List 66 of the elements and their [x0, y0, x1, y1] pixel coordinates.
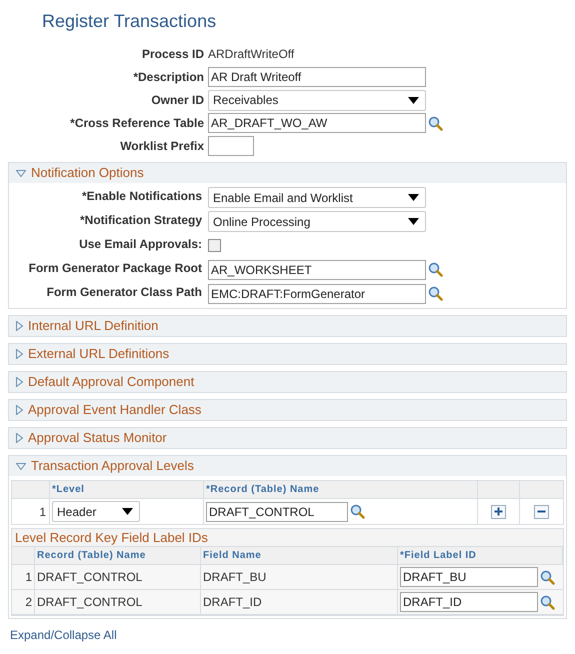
- field-label: Process ID: [142, 46, 204, 63]
- field-label: Form Generator Class Path: [46, 284, 202, 301]
- section-header[interactable]: External URL Definitions: [9, 344, 566, 364]
- search-icon[interactable]: [428, 286, 443, 301]
- column-header: *Record (Table) Name: [206, 483, 320, 497]
- input-field[interactable]: [208, 136, 254, 156]
- search-icon[interactable]: [540, 594, 555, 610]
- plus-icon: [494, 507, 503, 516]
- search-icon[interactable]: [428, 262, 443, 277]
- section-header[interactable]: Notification Options: [9, 163, 566, 183]
- section-header[interactable]: Internal URL Definition: [9, 316, 566, 336]
- field-label: *Notification Strategy: [80, 212, 202, 229]
- row-number: 1: [39, 504, 46, 520]
- field-label: *Description: [133, 69, 204, 86]
- table-cell-text: DRAFT_BU: [203, 569, 266, 586]
- collapse-icon[interactable]: [16, 170, 26, 176]
- input-field[interactable]: DRAFT_BU: [400, 567, 538, 587]
- column-header: Record (Table) Name: [37, 549, 146, 563]
- expand-icon[interactable]: [16, 377, 23, 387]
- section-header[interactable]: Approval Event Handler Class: [9, 400, 566, 420]
- dropdown[interactable]: Header: [52, 501, 140, 522]
- field-value: ARDraftWriteOff: [208, 46, 294, 63]
- caret-icon: [408, 96, 419, 104]
- add-row-button[interactable]: [491, 504, 506, 518]
- collapse-icon[interactable]: [16, 462, 26, 470]
- grid-title: Level Record Key Field Label IDs: [15, 528, 208, 547]
- caret-icon: [408, 218, 419, 225]
- checkbox[interactable]: [208, 239, 221, 252]
- input-field[interactable]: AR_WORKSHEET: [208, 260, 426, 280]
- page-title: Register Transactions: [42, 10, 216, 33]
- input-field[interactable]: DRAFT_CONTROL: [206, 502, 348, 522]
- expand-icon[interactable]: [16, 405, 23, 415]
- field-label: *Cross Reference Table: [70, 115, 204, 132]
- expand-icon[interactable]: [16, 433, 23, 443]
- table-cell-text: DRAFT_ID: [203, 594, 262, 611]
- dropdown[interactable]: Enable Email and Worklist: [208, 187, 426, 208]
- delete-row-button[interactable]: [534, 504, 549, 518]
- expand-icon[interactable]: [16, 349, 23, 359]
- input-field[interactable]: AR Draft Writeoff: [208, 67, 426, 87]
- input-field[interactable]: AR_DRAFT_WO_AW: [208, 113, 426, 133]
- dropdown[interactable]: Receivables: [208, 90, 426, 110]
- row-number: 2: [25, 594, 32, 611]
- input-field[interactable]: DRAFT_ID: [400, 592, 538, 612]
- dropdown[interactable]: Online Processing: [208, 211, 426, 232]
- expand-icon[interactable]: [16, 321, 23, 331]
- column-header: Field Name: [203, 549, 262, 563]
- column-header: *Level: [52, 483, 84, 497]
- section-header[interactable]: Approval Status Monitor: [9, 428, 566, 448]
- section-header[interactable]: Transaction Approval Levels: [9, 456, 566, 476]
- caret-icon: [122, 508, 133, 515]
- search-icon[interactable]: [540, 570, 555, 584]
- caret-icon: [408, 194, 419, 201]
- search-icon[interactable]: [428, 116, 443, 130]
- field-label: Owner ID: [151, 92, 204, 109]
- field-label: Form Generator Package Root: [28, 260, 202, 277]
- search-icon[interactable]: [350, 504, 365, 519]
- column-header: *Field Label ID: [400, 549, 476, 563]
- table-cell-text: DRAFT_CONTROL: [37, 569, 142, 586]
- field-label: Worklist Prefix: [120, 138, 204, 155]
- table-cell-text: DRAFT_CONTROL: [37, 594, 142, 611]
- input-field[interactable]: EMC:DRAFT:FormGenerator: [208, 284, 426, 304]
- field-label: Use Email Approvals:: [79, 236, 202, 253]
- field-label: *Enable Notifications: [82, 188, 202, 205]
- section-header[interactable]: Default Approval Component: [9, 372, 566, 392]
- expand-collapse-link[interactable]: Expand/Collapse All: [10, 628, 117, 642]
- row-number: 1: [25, 569, 32, 586]
